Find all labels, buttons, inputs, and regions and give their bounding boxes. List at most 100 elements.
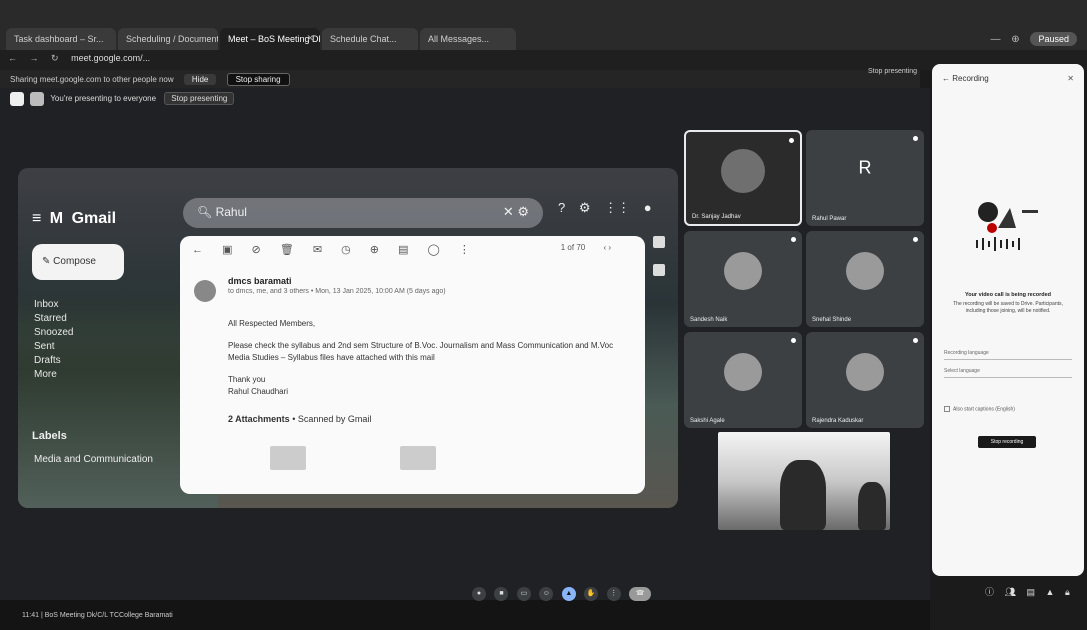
attachment-thumbnail[interactable] bbox=[270, 446, 306, 470]
end-call-icon[interactable]: ☎ bbox=[629, 587, 652, 601]
stop-presenting-button[interactable]: Stop presenting bbox=[164, 92, 235, 106]
pin-icon[interactable] bbox=[791, 338, 796, 343]
close-tab-icon[interactable]: ✕ bbox=[306, 33, 314, 44]
participant-tile[interactable]: Snehal Shinde bbox=[806, 231, 924, 327]
browser-tab[interactable]: Scheduling / Documents... bbox=[118, 28, 218, 50]
participant-tile[interactable]: Rajendra Kaduskar bbox=[806, 332, 924, 428]
raise-hand-icon[interactable]: ✋ bbox=[584, 587, 599, 601]
activities-icon[interactable]: ▲ bbox=[1046, 587, 1055, 597]
body-text: Please check the syllabus and 2nd sem St… bbox=[228, 341, 614, 362]
search-icon: 🔍︎ bbox=[197, 205, 216, 219]
recording-button[interactable]: Stop recording bbox=[978, 436, 1036, 448]
profile-button[interactable]: Paused bbox=[1030, 32, 1077, 46]
back-arrow-icon[interactable]: ← bbox=[192, 244, 203, 256]
browser-tab[interactable]: Task dashboard – Sr... bbox=[6, 28, 116, 50]
participant-name: Snehal Shinde bbox=[812, 317, 852, 323]
reload-icon[interactable]: ↻ bbox=[51, 53, 59, 64]
greeting: All Respected Members, bbox=[228, 319, 316, 328]
more-icon[interactable]: ⋮ bbox=[459, 244, 470, 256]
move-icon[interactable]: ▤ bbox=[398, 244, 408, 256]
present-screen-icon[interactable]: ▲ bbox=[561, 587, 576, 601]
back-icon[interactable]: ← bbox=[8, 53, 17, 63]
self-view-video[interactable] bbox=[718, 432, 890, 530]
participant-tile[interactable]: Sakshi Agale bbox=[684, 332, 802, 428]
search-input[interactable]: 🔍︎ Rahul ✕ ⚙ bbox=[183, 198, 543, 228]
mark-unread-icon[interactable]: ✉ bbox=[313, 244, 322, 256]
gmail-nav: Inbox Starred Snoozed Sent Drafts More bbox=[34, 298, 73, 382]
menu-icon[interactable]: ≡ bbox=[32, 210, 41, 227]
captions-icon[interactable]: ▭ bbox=[516, 587, 531, 601]
camera-icon[interactable]: ■ bbox=[494, 587, 509, 601]
browser-tab[interactable]: All Messages... bbox=[420, 28, 516, 50]
checkbox-box[interactable] bbox=[944, 406, 950, 412]
pin-icon[interactable] bbox=[913, 237, 918, 242]
snooze-icon[interactable]: ◷ bbox=[341, 244, 351, 256]
nav-sent[interactable]: Sent bbox=[34, 340, 73, 354]
participant-name: Rahul Pawar bbox=[812, 216, 847, 222]
people-icon[interactable]: 👥︎ bbox=[1005, 587, 1016, 597]
signoff: Thank you Rahul Chaudhari bbox=[228, 375, 289, 396]
chat-icon[interactable]: ▤ bbox=[1026, 587, 1035, 597]
email-toolbar: ← ▣ ⊘ 🗑︎ ✉ ◷ ⊕ ▤ ◯ ⋮ 1 of 70 ‹ › bbox=[180, 236, 645, 264]
address-bar[interactable]: meet.google.com/... bbox=[71, 53, 150, 63]
captions-checkbox[interactable]: Also start captions (English) bbox=[944, 406, 1072, 412]
pager: 1 of 70 ‹ › bbox=[560, 243, 611, 252]
pencil-icon: ✎ bbox=[42, 256, 54, 267]
delete-icon[interactable]: 🗑︎ bbox=[280, 244, 294, 256]
participant-avatar bbox=[724, 252, 762, 291]
stop-sharing-button[interactable]: Stop sharing bbox=[226, 73, 290, 86]
pin-icon[interactable] bbox=[913, 338, 918, 343]
report-icon[interactable]: ⊘ bbox=[252, 244, 261, 256]
nav-inbox[interactable]: Inbox bbox=[34, 298, 73, 312]
extension-icon[interactable]: ⊕ bbox=[1011, 34, 1019, 45]
labels-heading: Labels bbox=[32, 430, 67, 442]
nav-snoozed[interactable]: Snoozed bbox=[34, 326, 73, 340]
pin-icon[interactable] bbox=[791, 237, 796, 242]
stop-presenting-link[interactable]: Stop presenting bbox=[868, 68, 917, 75]
forward-icon[interactable]: → bbox=[30, 53, 39, 63]
recording-panel: ← Recording ✕ Your video call is being r… bbox=[932, 64, 1084, 576]
label-icon[interactable]: ◯ bbox=[428, 244, 440, 256]
info-icon[interactable]: ⓘ bbox=[985, 587, 994, 597]
keep-icon[interactable] bbox=[653, 264, 665, 276]
participant-tile[interactable]: Dr. Sanjay Jadhav bbox=[684, 130, 802, 226]
screen-icon bbox=[30, 92, 45, 106]
nav-drafts[interactable]: Drafts bbox=[34, 354, 73, 368]
sender-avatar bbox=[194, 280, 216, 302]
participant-tile[interactable]: R Rahul Pawar bbox=[806, 130, 924, 226]
sender-name[interactable]: dmcs baramati bbox=[228, 276, 292, 286]
nav-more[interactable]: More bbox=[34, 368, 73, 382]
panel-title: ← Recording bbox=[942, 74, 989, 83]
attachment-thumbnail[interactable] bbox=[400, 446, 436, 470]
label-media[interactable]: Media and Communication bbox=[34, 454, 153, 465]
calendar-icon[interactable] bbox=[653, 236, 665, 248]
mic-icon[interactable]: ● bbox=[472, 587, 486, 601]
pin-icon[interactable] bbox=[913, 136, 918, 141]
help-icon[interactable]: ? bbox=[558, 200, 565, 215]
clear-search-icon[interactable]: ✕ ⚙ bbox=[503, 204, 529, 220]
meet-right-controls: ⓘ 👥︎ ▤ ▲ 🔒︎ bbox=[985, 585, 1078, 598]
more-options-icon[interactable]: ⋮ bbox=[606, 587, 621, 601]
settings-icon[interactable]: ⚙ bbox=[579, 200, 591, 215]
gmail-logo[interactable]: ≡ M Gmail bbox=[32, 210, 116, 228]
participant-tile[interactable]: Sandesh Naik bbox=[684, 231, 802, 327]
browser-toolbar: ← → ↻ meet.google.com/... bbox=[0, 50, 1087, 70]
recording-illustration bbox=[976, 202, 1038, 251]
emoji-icon[interactable]: ☺ bbox=[539, 587, 554, 601]
browser-tab-active[interactable]: Meet – BoS Meeting Dk...✕ bbox=[220, 28, 320, 50]
apps-icon[interactable]: ⋮⋮ bbox=[604, 200, 630, 215]
gmail-side-panel bbox=[653, 236, 667, 292]
gmail-m-icon: M bbox=[49, 210, 64, 227]
language-select[interactable]: Select language bbox=[944, 368, 1072, 378]
browser-tab[interactable]: Schedule Chat... bbox=[322, 28, 418, 50]
task-icon[interactable]: ⊕ bbox=[370, 244, 379, 256]
lock-icon[interactable]: 🔒︎ bbox=[1065, 587, 1070, 597]
close-icon[interactable]: ✕ bbox=[1067, 74, 1074, 83]
account-avatar[interactable]: ● bbox=[644, 200, 652, 215]
nav-starred[interactable]: Starred bbox=[34, 312, 73, 326]
pin-icon[interactable] bbox=[789, 138, 794, 143]
compose-button[interactable]: ✎ Compose bbox=[32, 244, 124, 280]
minimize-icon[interactable]: — bbox=[991, 34, 1001, 45]
hide-button[interactable]: Hide bbox=[183, 74, 217, 85]
archive-icon[interactable]: ▣ bbox=[222, 244, 232, 256]
